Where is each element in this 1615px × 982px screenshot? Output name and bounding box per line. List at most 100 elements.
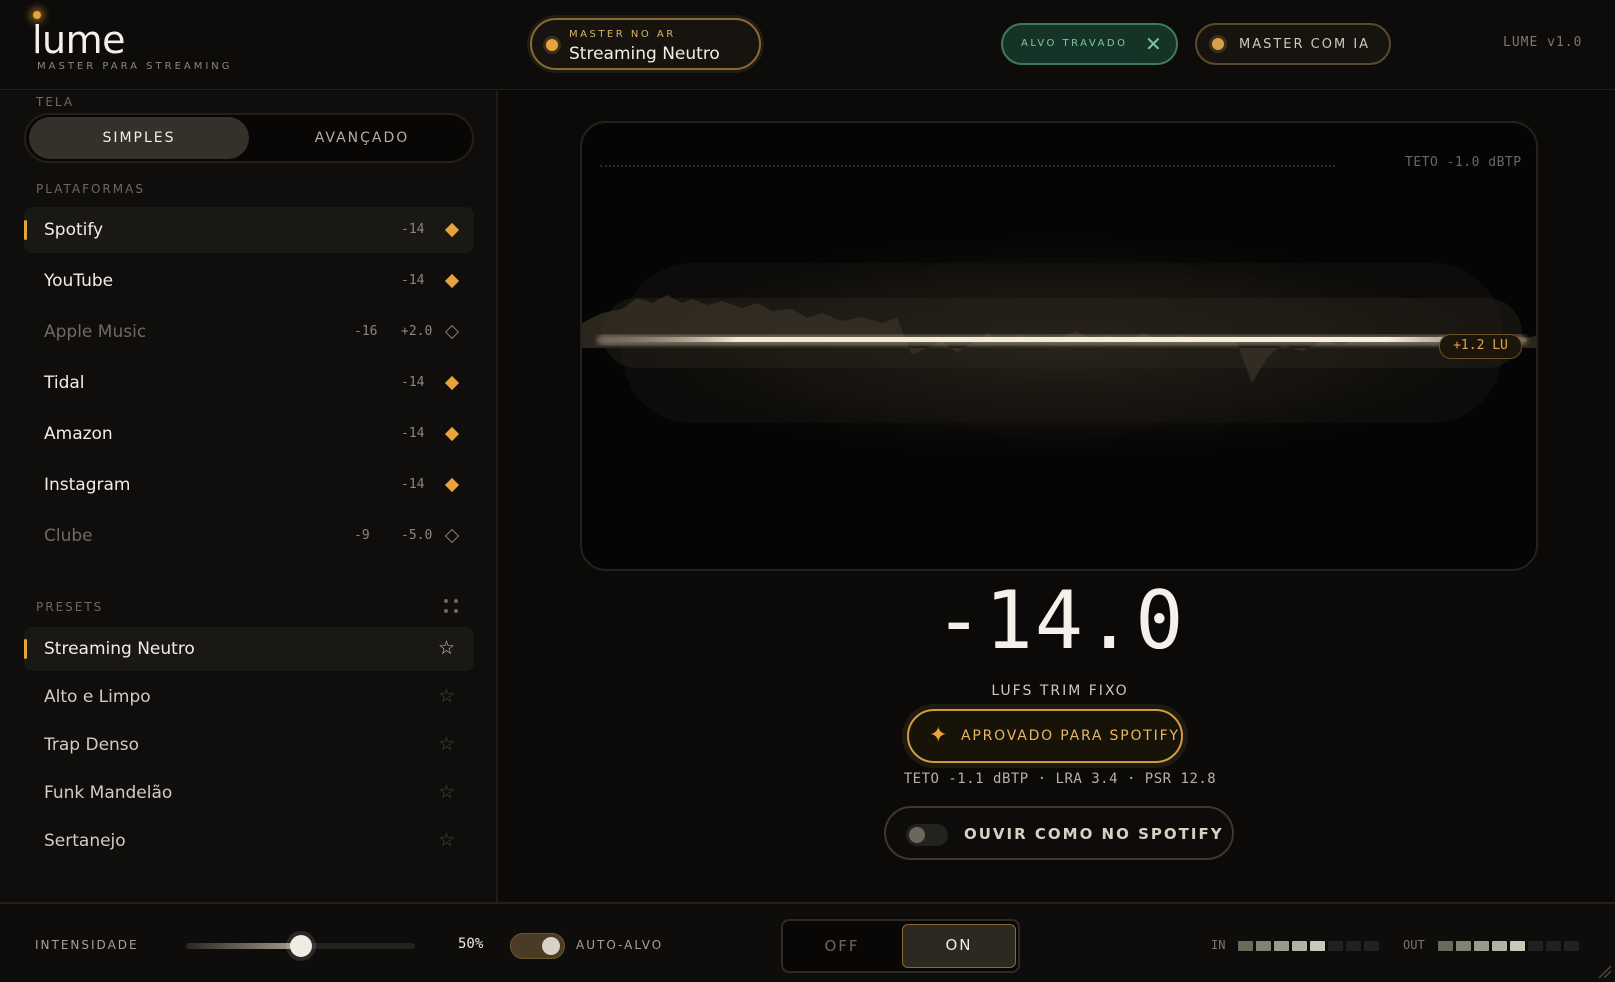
approved-badge: ✦ APROVADO PARA SPOTIFY (907, 709, 1183, 763)
meter-segment (1528, 941, 1543, 951)
platform-item[interactable]: Apple Music -16 +2.0 (24, 309, 474, 355)
meter-segment (1492, 941, 1507, 951)
power-off-option[interactable]: OFF (786, 924, 898, 968)
platform-lufs: -14 (401, 222, 425, 237)
grid-icon[interactable] (444, 599, 460, 615)
meter-segment (1238, 941, 1253, 951)
meter-segment (1564, 941, 1579, 951)
diamond-filled-icon (444, 222, 460, 238)
resize-handle-icon[interactable] (1597, 964, 1611, 978)
ai-dot-icon (1212, 38, 1224, 50)
platform-item[interactable]: Spotify -14 (24, 207, 474, 253)
star-icon[interactable]: ☆ (438, 637, 455, 659)
preset-item[interactable]: Funk Mandelão ☆ (24, 771, 474, 815)
platform-item[interactable]: Instagram -14 (24, 462, 474, 508)
lufs-mode-label: LUFS TRIM FIXO (991, 683, 1129, 699)
header: lume MASTER PARA STREAMING MASTER NO AR … (0, 0, 1615, 90)
meter-segment (1292, 941, 1307, 951)
meter-segment (1310, 941, 1325, 951)
view-advanced-option[interactable]: AVANÇADO (252, 117, 472, 159)
close-icon[interactable]: ✕ (1145, 32, 1162, 56)
waveform-graphic (582, 228, 1536, 468)
target-locked-badge[interactable]: ALVO TRAVADO ✕ (1001, 23, 1178, 65)
app-tagline: MASTER PARA STREAMING (37, 61, 233, 72)
auto-target-switch[interactable] (510, 933, 565, 959)
diamond-filled-icon (444, 375, 460, 391)
lufs-value: -14.0 (934, 574, 1186, 667)
star-icon[interactable]: ☆ (438, 781, 455, 803)
star-icon[interactable]: ☆ (438, 829, 455, 851)
platform-item[interactable]: YouTube -14 (24, 258, 474, 304)
preset-item[interactable]: Streaming Neutro ☆ (24, 627, 474, 671)
platform-lufs: -16 (354, 324, 378, 339)
meter-segment (1256, 941, 1271, 951)
loudness-visualizer: TETO -1.0 dBTP (580, 121, 1538, 571)
platform-item[interactable]: Clube -9 -5.0 (24, 513, 474, 559)
presets-section-label: PRESETS (36, 600, 104, 614)
listen-switch[interactable] (906, 824, 948, 846)
platform-name: Tidal (44, 373, 85, 393)
platform-name: Spotify (44, 220, 104, 240)
intensity-slider[interactable] (186, 935, 415, 957)
platform-name: Apple Music (44, 322, 147, 342)
on-air-dot-icon (546, 39, 558, 51)
platforms-section-label: PLATAFORMAS (36, 182, 145, 196)
preset-name: Trap Denso (44, 735, 140, 755)
platform-name: Clube (44, 526, 93, 546)
diamond-outline-icon (444, 528, 460, 544)
listen-label: OUVIR COMO NO SPOTIFY (964, 825, 1224, 843)
view-mode-toggle[interactable]: SIMPLES AVANÇADO (24, 113, 474, 163)
preset-item[interactable]: Sertanejo ☆ (24, 819, 474, 863)
output-meter-label: OUT (1403, 938, 1425, 952)
preset-name: Sertanejo (44, 831, 126, 851)
preset-name: Streaming Neutro (44, 639, 195, 659)
preset-name: Alto e Limpo (44, 687, 151, 707)
master-on-air-pill[interactable]: MASTER NO AR Streaming Neutro (530, 18, 761, 70)
loudness-stats: TETO -1.1 dBTP · LRA 3.4 · PSR 12.8 (903, 771, 1217, 787)
platform-lufs: -14 (401, 375, 425, 390)
master-on-air-preset: Streaming Neutro (569, 44, 720, 64)
power-toggle[interactable]: OFF ON (781, 919, 1020, 973)
platform-item[interactable]: Amazon -14 (24, 411, 474, 457)
diamond-outline-icon (444, 324, 460, 340)
loudness-delta-badge: +1.2 LU (1439, 334, 1522, 359)
auto-target-label: AUTO-ALVO (576, 938, 664, 952)
ai-master-button[interactable]: MASTER COM IA (1195, 23, 1391, 65)
platform-name: Amazon (44, 424, 113, 444)
diamond-filled-icon (444, 273, 460, 289)
view-section-label: TELA (36, 95, 75, 109)
meter-segment (1456, 941, 1471, 951)
meter-segment (1474, 941, 1489, 951)
intensity-label: INTENSIDADE (35, 938, 139, 952)
platform-lufs: -9 (354, 528, 370, 543)
target-locked-label: ALVO TRAVADO (1021, 38, 1128, 49)
intensity-slider-fill (186, 943, 301, 949)
approved-label: APROVADO PARA SPOTIFY (961, 728, 1180, 744)
platform-name: YouTube (44, 271, 114, 291)
star-icon[interactable]: ☆ (438, 733, 455, 755)
ai-master-label: MASTER COM IA (1239, 37, 1371, 52)
platform-lufs: -14 (401, 477, 425, 492)
meter-segment (1328, 941, 1343, 951)
meter-segment (1346, 941, 1361, 951)
app-logo: lume (32, 18, 126, 62)
platform-item[interactable]: Tidal -14 (24, 360, 474, 406)
input-meter-label: IN (1211, 938, 1226, 952)
platform-gain: -5.0 (401, 528, 433, 543)
preset-item[interactable]: Trap Denso ☆ (24, 723, 474, 767)
meter-segment (1438, 941, 1453, 951)
master-on-air-label: MASTER NO AR (569, 29, 676, 40)
platform-name: Instagram (44, 475, 131, 495)
platform-gain: +2.0 (401, 324, 433, 339)
star-icon[interactable]: ☆ (438, 685, 455, 707)
listen-as-platform-toggle[interactable]: OUVIR COMO NO SPOTIFY (884, 806, 1234, 860)
diamond-filled-icon (444, 477, 460, 493)
intensity-slider-thumb[interactable] (289, 935, 312, 957)
power-on-option[interactable]: ON (902, 924, 1016, 968)
diamond-filled-icon (444, 426, 460, 442)
sparkle-icon: ✦ (929, 723, 948, 748)
preset-name: Funk Mandelão (44, 783, 173, 803)
preset-item[interactable]: Alto e Limpo ☆ (24, 675, 474, 719)
app-version: LUME v1.0 (1503, 35, 1583, 50)
view-simple-option[interactable]: SIMPLES (29, 117, 249, 159)
